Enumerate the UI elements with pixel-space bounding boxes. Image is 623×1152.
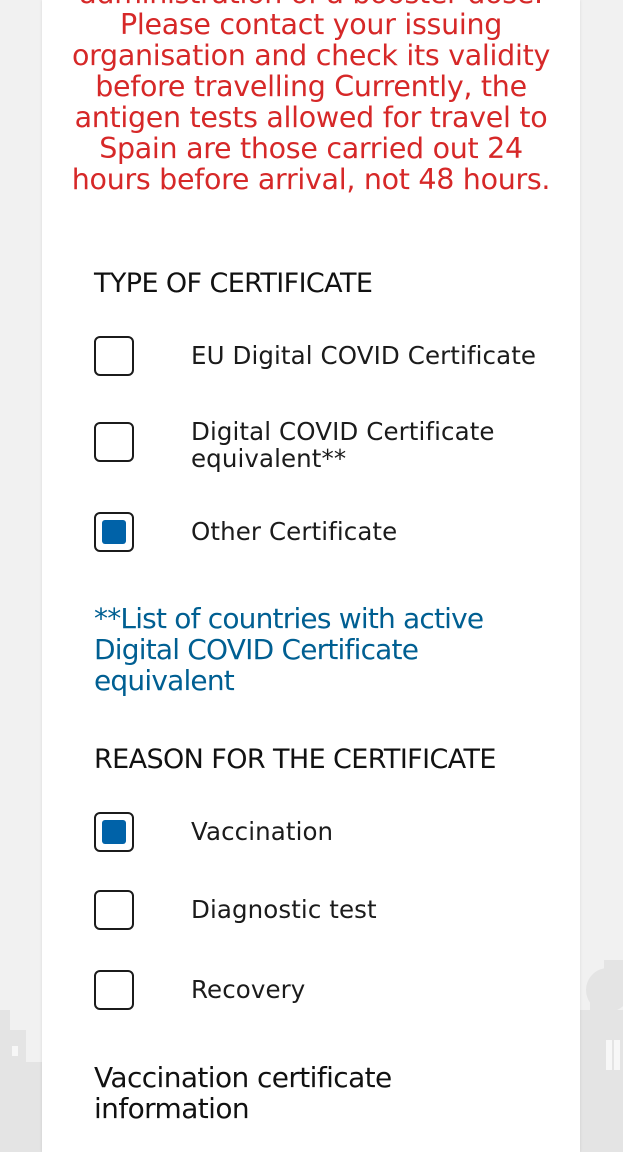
option-digital-covid-certificate-equivalent[interactable]: Digital COVID Certificate equivalent** (94, 417, 564, 476)
option-label: Diagnostic test (191, 895, 377, 924)
option-recovery[interactable]: Recovery (94, 970, 564, 1014)
checkbox-checked-mark (102, 520, 126, 544)
option-other-certificate[interactable]: Other Certificate (94, 512, 564, 556)
option-eu-digital-covid-certificate[interactable]: EU Digital COVID Certificate (94, 336, 564, 380)
option-vaccination[interactable]: Vaccination (94, 812, 564, 856)
checkbox-recovery[interactable] (94, 970, 134, 1010)
option-label: Other Certificate (191, 517, 398, 546)
option-label: Digital COVID Certificate equivalent** (191, 417, 495, 473)
option-label: Recovery (191, 975, 306, 1004)
vaccination-certificate-info-heading: Vaccination certificate information (94, 1061, 392, 1125)
checkbox-vaccination[interactable] (94, 812, 134, 852)
countries-equivalent-link[interactable]: **List of countries with active Digital … (94, 603, 544, 696)
checkbox-diagnostic-test[interactable] (94, 890, 134, 930)
option-label: EU Digital COVID Certificate (191, 341, 537, 370)
type-of-certificate-heading: TYPE OF CERTIFICATE (94, 268, 373, 299)
validity-warning: administration of a booster dose. Please… (62, 0, 560, 195)
option-diagnostic-test[interactable]: Diagnostic test (94, 890, 564, 934)
warning-text: Please contact your issuing organisation… (71, 8, 551, 196)
checkbox-eu-digital-covid-certificate[interactable] (94, 336, 134, 376)
checkbox-checked-mark (102, 820, 126, 844)
reason-for-certificate-heading: REASON FOR THE CERTIFICATE (94, 744, 496, 775)
checkbox-digital-covid-certificate-equivalent[interactable] (94, 422, 134, 462)
checkbox-other-certificate[interactable] (94, 512, 134, 552)
option-label: Vaccination (191, 817, 334, 846)
form-card: administration of a booster dose. Please… (42, 0, 580, 1152)
